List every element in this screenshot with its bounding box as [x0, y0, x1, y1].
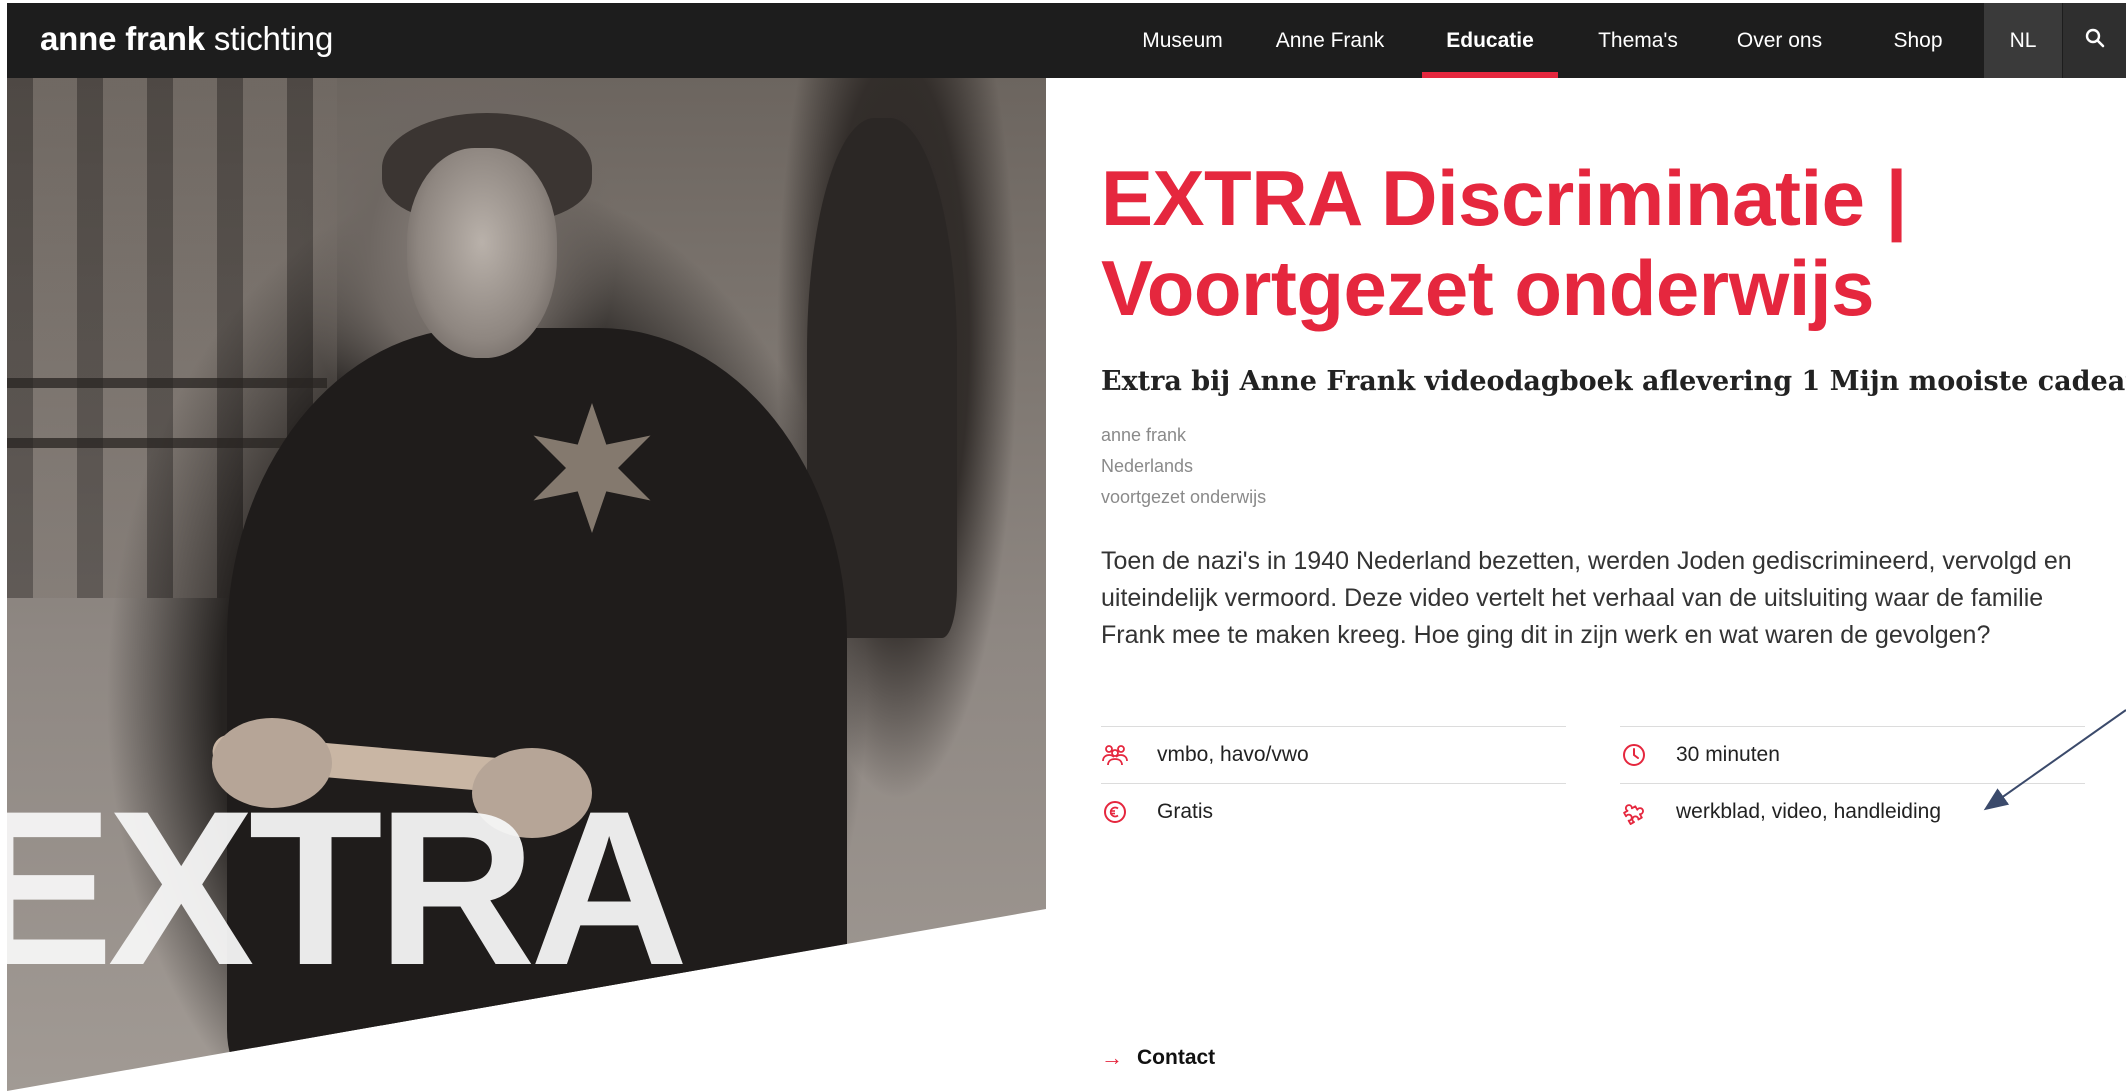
meta-column-right: 30 minuten werkblad, video, handleiding — [1620, 726, 2085, 840]
euro-icon — [1101, 798, 1129, 826]
intro-paragraph: Toen de nazi's in 1940 Nederland bezette… — [1101, 547, 2072, 649]
page-title-line-2: Voortgezet onderwijs — [1101, 244, 1874, 332]
puzzle-icon — [1620, 798, 1648, 826]
page: anne frank stichting Museum Anne Frank E… — [0, 0, 2126, 1091]
nav-item-educatie[interactable]: Educatie — [1410, 3, 1570, 78]
page-subtitle: Extra bij Anne Frank videodagboek afleve… — [1101, 366, 2126, 397]
nav-item-over-ons[interactable]: Over ons — [1706, 3, 1853, 78]
top-navigation-bar: anne frank stichting Museum Anne Frank E… — [7, 3, 2126, 78]
meta-column-left: vmbo, havo/vwo Gratis — [1101, 726, 1566, 840]
tag-item: Nederlands — [1101, 456, 1194, 476]
page-title-line-1: EXTRA Discriminatie | — [1101, 154, 1908, 242]
tag-item: voortgezet onderwijs — [1101, 487, 1267, 507]
nav-item-themas[interactable]: Thema's — [1570, 3, 1706, 78]
meta-price-text: Gratis — [1157, 800, 1214, 823]
meta-materials-text: werkblad, video, handleiding — [1676, 800, 1942, 823]
contact-link-label: Contact — [1137, 1046, 1216, 1069]
meta-duration: 30 minuten — [1620, 726, 2085, 783]
meta-level: vmbo, havo/vwo — [1101, 726, 1566, 783]
tag-list: anne frank Nederlands voortgezet onderwi… — [1101, 420, 1266, 513]
meta-price: Gratis — [1101, 783, 1566, 840]
contact-link[interactable]: → Contact — [1101, 1045, 1215, 1071]
hero-overlay-text: EXTRA — [7, 765, 689, 1011]
group-icon — [1101, 741, 1129, 769]
page-title: EXTRA Discriminatie | Voortgezet onderwi… — [1101, 153, 2081, 333]
logo-bold-text: anne frank — [40, 20, 205, 57]
main-nav: Museum Anne Frank Educatie Thema's Over … — [1115, 3, 1983, 78]
meta-level-text: vmbo, havo/vwo — [1157, 743, 1309, 766]
logo-light-text: stichting — [213, 20, 334, 57]
search-button[interactable] — [2063, 3, 2126, 78]
meta-duration-text: 30 minuten — [1676, 743, 1780, 766]
language-button[interactable]: NL — [1984, 3, 2062, 78]
clock-icon — [1620, 741, 1648, 769]
nav-item-museum[interactable]: Museum — [1115, 3, 1250, 78]
nav-item-shop[interactable]: Shop — [1853, 3, 1983, 78]
site-logo[interactable]: anne frank stichting — [40, 20, 333, 58]
nav-item-anne-frank[interactable]: Anne Frank — [1250, 3, 1410, 78]
tag-item: anne frank — [1101, 425, 1187, 445]
meta-materials: werkblad, video, handleiding — [1620, 783, 2085, 840]
hero-image: EXTRA — [7, 78, 1046, 1091]
arrow-right-icon: → — [1101, 1045, 1123, 1070]
search-icon — [2085, 28, 2105, 53]
